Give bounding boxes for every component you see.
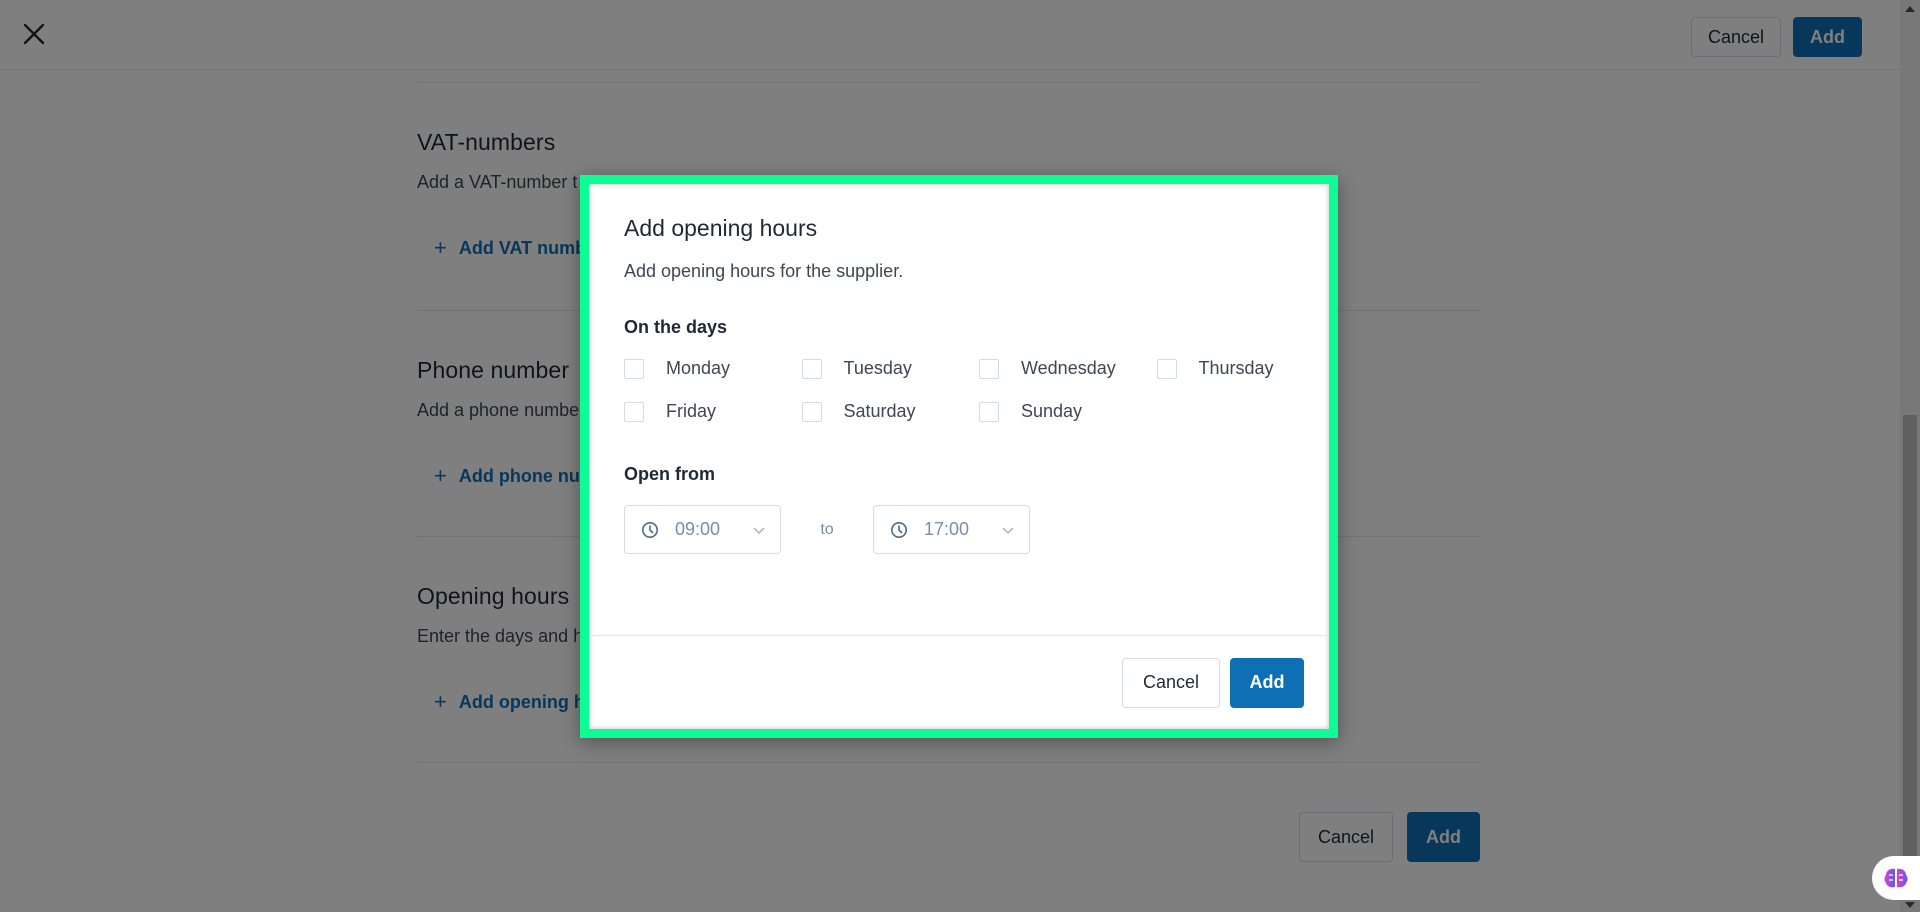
open-from-label: Open from — [624, 464, 716, 484]
to-time-value: 17:00 — [924, 519, 970, 539]
day-thursday[interactable]: Thursday — [1156, 358, 1335, 379]
assistant-button[interactable] — [1872, 856, 1920, 900]
dialog-title: Add opening hours — [624, 215, 818, 241]
wednesday-checkbox[interactable] — [979, 358, 999, 379]
day-saturday[interactable]: Saturday — [801, 401, 980, 422]
dialog-highlight-frame: Add opening hours Add opening hours for … — [580, 175, 1338, 738]
day-label: Thursday — [1198, 358, 1274, 378]
days-label: On the days — [624, 317, 728, 337]
dialog-footer: Cancel Add — [589, 635, 1329, 729]
day-wednesday[interactable]: Wednesday — [979, 358, 1157, 379]
sunday-checkbox[interactable] — [979, 401, 999, 422]
day-label: Tuesday — [843, 358, 912, 378]
thursday-checkbox[interactable] — [1156, 358, 1177, 379]
to-label: to — [820, 520, 834, 538]
from-time-select[interactable]: 09:00 — [624, 505, 781, 554]
monday-checkbox[interactable] — [624, 358, 644, 379]
dialog-cancel-button[interactable]: Cancel — [1122, 657, 1220, 708]
time-range: 09:00 to 17:00 — [624, 505, 1304, 554]
day-monday[interactable]: Monday — [624, 358, 802, 379]
clock-icon — [891, 521, 907, 538]
day-label: Saturday — [843, 401, 916, 421]
chevron-down-icon — [1002, 526, 1014, 534]
day-label: Monday — [666, 358, 731, 378]
tuesday-checkbox[interactable] — [801, 358, 822, 379]
chevron-down-icon — [753, 526, 765, 534]
day-label: Sunday — [1021, 401, 1083, 421]
dialog-add-button[interactable]: Add — [1230, 657, 1304, 708]
clock-icon — [642, 521, 658, 538]
day-label: Friday — [666, 401, 717, 421]
day-friday[interactable]: Friday — [624, 401, 802, 422]
day-sunday[interactable]: Sunday — [979, 401, 1157, 422]
dialog-subtitle: Add opening hours for the supplier. — [624, 261, 904, 281]
add-opening-hours-dialog: Add opening hours Add opening hours for … — [589, 184, 1329, 729]
days-checkbox-group: Monday Tuesday Wednesday Thursday Friday — [624, 358, 1304, 422]
brain-icon — [1884, 868, 1908, 888]
to-time-select[interactable]: 17:00 — [873, 505, 1030, 554]
saturday-checkbox[interactable] — [801, 401, 822, 422]
from-time-value: 09:00 — [675, 519, 721, 539]
day-tuesday[interactable]: Tuesday — [801, 358, 980, 379]
day-label: Wednesday — [1021, 358, 1116, 378]
friday-checkbox[interactable] — [624, 401, 644, 422]
